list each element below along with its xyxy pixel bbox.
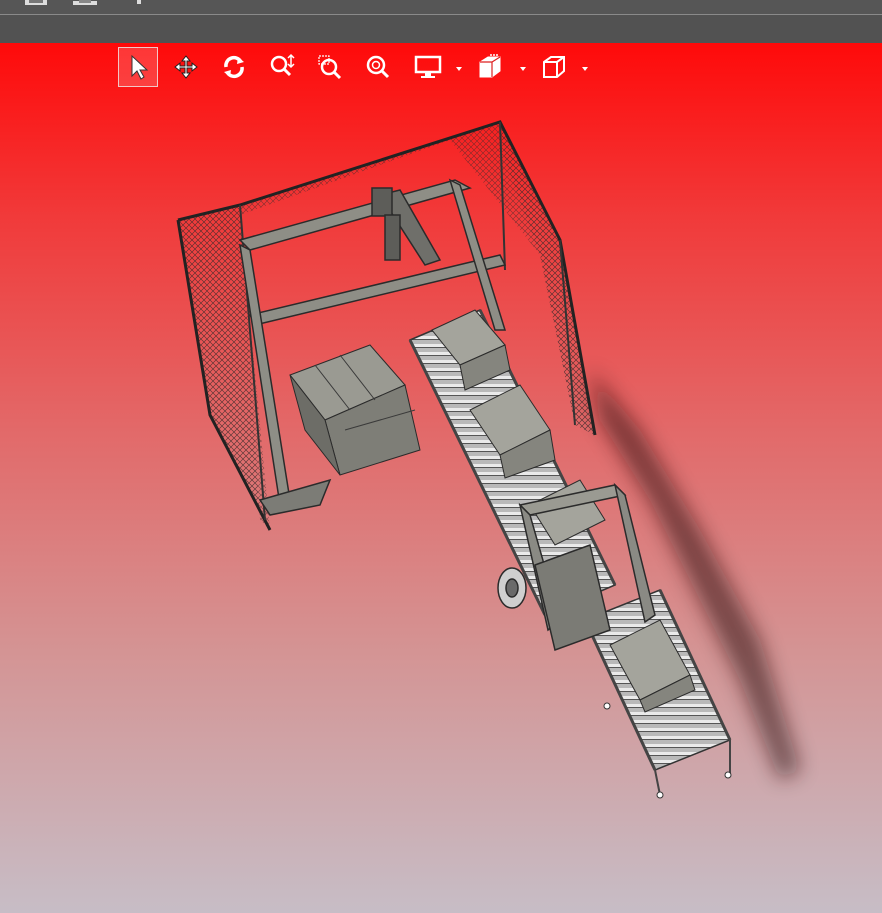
3d-model[interactable] bbox=[0, 43, 882, 913]
zoom-fit-tool-button[interactable] bbox=[358, 47, 398, 87]
arrow-pointer-icon bbox=[131, 54, 149, 80]
move-arrows-icon bbox=[174, 55, 198, 79]
section-cube-icon bbox=[479, 54, 501, 78]
display-mode-tool-button[interactable] bbox=[408, 47, 448, 87]
zoom-window-icon bbox=[318, 55, 342, 80]
menu-icon[interactable] bbox=[134, 0, 144, 6]
chevron-down-icon[interactable] bbox=[518, 64, 528, 74]
cube-icon bbox=[543, 56, 565, 78]
window-top-bar bbox=[0, 0, 882, 14]
monitor-icon bbox=[414, 55, 442, 78]
rotate-icon bbox=[224, 55, 244, 79]
zoom-tool-button[interactable] bbox=[262, 47, 302, 87]
pallet-stack bbox=[289, 344, 421, 476]
print-icon[interactable] bbox=[72, 0, 98, 6]
section-view-tool-button[interactable] bbox=[470, 47, 510, 87]
rotate-tool-button[interactable] bbox=[214, 47, 254, 87]
zoom-vertical-icon bbox=[270, 53, 295, 77]
select-tool-button[interactable] bbox=[118, 47, 158, 87]
chevron-down-icon[interactable] bbox=[454, 64, 464, 74]
save-icon[interactable] bbox=[24, 0, 48, 6]
zoom-fit-icon bbox=[366, 55, 390, 79]
command-bar bbox=[0, 15, 882, 43]
pan-tool-button[interactable] bbox=[166, 47, 206, 87]
view-orientation-tool-button[interactable] bbox=[534, 47, 574, 87]
chevron-down-icon[interactable] bbox=[580, 64, 590, 74]
zoom-window-tool-button[interactable] bbox=[310, 47, 350, 87]
